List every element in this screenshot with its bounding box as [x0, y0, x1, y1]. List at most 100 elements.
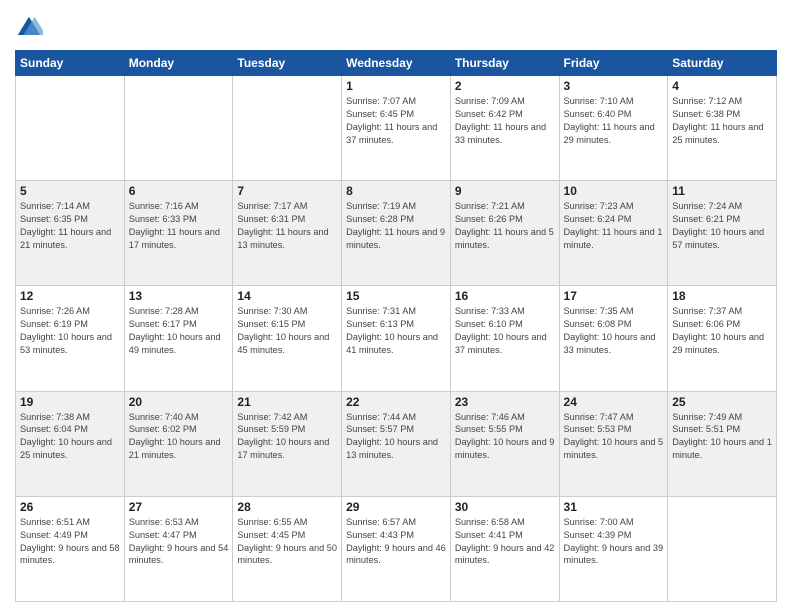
calendar-cell: 9 Sunrise: 7:21 AM Sunset: 6:26 PM Daylig… — [450, 181, 559, 286]
day-info: Sunrise: 7:30 AM Sunset: 6:15 PM Dayligh… — [237, 305, 337, 357]
day-info: Sunrise: 7:35 AM Sunset: 6:08 PM Dayligh… — [564, 305, 664, 357]
day-number: 23 — [455, 395, 555, 409]
day-number: 5 — [20, 184, 120, 198]
day-info: Sunrise: 7:24 AM Sunset: 6:21 PM Dayligh… — [672, 200, 772, 252]
day-number: 14 — [237, 289, 337, 303]
weekday-header: Tuesday — [233, 51, 342, 76]
day-info: Sunrise: 7:31 AM Sunset: 6:13 PM Dayligh… — [346, 305, 446, 357]
day-number: 27 — [129, 500, 229, 514]
calendar-cell: 28 Sunrise: 6:55 AM Sunset: 4:45 PM Dayli… — [233, 496, 342, 601]
calendar-cell: 31 Sunrise: 7:00 AM Sunset: 4:39 PM Dayli… — [559, 496, 668, 601]
day-info: Sunrise: 7:49 AM Sunset: 5:51 PM Dayligh… — [672, 411, 772, 463]
calendar-cell: 3 Sunrise: 7:10 AM Sunset: 6:40 PM Daylig… — [559, 76, 668, 181]
day-info: Sunrise: 6:58 AM Sunset: 4:41 PM Dayligh… — [455, 516, 555, 568]
day-info: Sunrise: 7:12 AM Sunset: 6:38 PM Dayligh… — [672, 95, 772, 147]
day-info: Sunrise: 7:42 AM Sunset: 5:59 PM Dayligh… — [237, 411, 337, 463]
day-info: Sunrise: 7:47 AM Sunset: 5:53 PM Dayligh… — [564, 411, 664, 463]
logo-icon — [15, 14, 43, 42]
day-number: 26 — [20, 500, 120, 514]
day-info: Sunrise: 6:55 AM Sunset: 4:45 PM Dayligh… — [237, 516, 337, 568]
day-number: 30 — [455, 500, 555, 514]
day-number: 7 — [237, 184, 337, 198]
weekday-header: Wednesday — [342, 51, 451, 76]
day-number: 21 — [237, 395, 337, 409]
day-number: 9 — [455, 184, 555, 198]
calendar-cell: 2 Sunrise: 7:09 AM Sunset: 6:42 PM Daylig… — [450, 76, 559, 181]
calendar-cell: 4 Sunrise: 7:12 AM Sunset: 6:38 PM Daylig… — [668, 76, 777, 181]
calendar-cell: 20 Sunrise: 7:40 AM Sunset: 6:02 PM Dayli… — [124, 391, 233, 496]
calendar-cell: 23Sunrise: 7:46 AM Sunset: 5:55 PM Dayli… — [450, 391, 559, 496]
day-number: 16 — [455, 289, 555, 303]
calendar-cell: 13 Sunrise: 7:28 AM Sunset: 6:17 PM Dayli… — [124, 286, 233, 391]
day-number: 2 — [455, 79, 555, 93]
calendar-cell: 17 Sunrise: 7:35 AM Sunset: 6:08 PM Dayli… — [559, 286, 668, 391]
calendar-week-row: 12Sunrise: 7:26 AM Sunset: 6:19 PM Dayli… — [16, 286, 777, 391]
calendar-cell: 25 Sunrise: 7:49 AM Sunset: 5:51 PM Dayli… — [668, 391, 777, 496]
calendar-cell: 7 Sunrise: 7:17 AM Sunset: 6:31 PM Daylig… — [233, 181, 342, 286]
day-info: Sunrise: 7:26 AM Sunset: 6:19 PM Dayligh… — [20, 305, 120, 357]
day-number: 6 — [129, 184, 229, 198]
calendar-cell: 14 Sunrise: 7:30 AM Sunset: 6:15 PM Dayli… — [233, 286, 342, 391]
header — [15, 10, 777, 42]
calendar-week-row: 19 Sunrise: 7:38 AM Sunset: 6:04 PM Dayli… — [16, 391, 777, 496]
calendar-cell: 5 Sunrise: 7:14 AM Sunset: 6:35 PM Daylig… — [16, 181, 125, 286]
day-info: Sunrise: 7:44 AM Sunset: 5:57 PM Dayligh… — [346, 411, 446, 463]
day-info: Sunrise: 6:53 AM Sunset: 4:47 PM Dayligh… — [129, 516, 229, 568]
day-number: 29 — [346, 500, 446, 514]
calendar-cell: 16Sunrise: 7:33 AM Sunset: 6:10 PM Dayli… — [450, 286, 559, 391]
day-info: Sunrise: 7:28 AM Sunset: 6:17 PM Dayligh… — [129, 305, 229, 357]
calendar-cell — [233, 76, 342, 181]
day-number: 19 — [20, 395, 120, 409]
calendar-week-row: 5 Sunrise: 7:14 AM Sunset: 6:35 PM Daylig… — [16, 181, 777, 286]
calendar-cell: 21 Sunrise: 7:42 AM Sunset: 5:59 PM Dayli… — [233, 391, 342, 496]
calendar-cell: 15 Sunrise: 7:31 AM Sunset: 6:13 PM Dayli… — [342, 286, 451, 391]
day-number: 8 — [346, 184, 446, 198]
calendar-cell: 26 Sunrise: 6:51 AM Sunset: 4:49 PM Dayli… — [16, 496, 125, 601]
calendar-week-row: 1Sunrise: 7:07 AM Sunset: 6:45 PM Daylig… — [16, 76, 777, 181]
weekday-header: Monday — [124, 51, 233, 76]
day-number: 4 — [672, 79, 772, 93]
calendar-cell: 18Sunrise: 7:37 AM Sunset: 6:06 PM Dayli… — [668, 286, 777, 391]
calendar-cell: 1Sunrise: 7:07 AM Sunset: 6:45 PM Daylig… — [342, 76, 451, 181]
calendar-cell: 19 Sunrise: 7:38 AM Sunset: 6:04 PM Dayli… — [16, 391, 125, 496]
day-info: Sunrise: 7:00 AM Sunset: 4:39 PM Dayligh… — [564, 516, 664, 568]
day-info: Sunrise: 7:07 AM Sunset: 6:45 PM Dayligh… — [346, 95, 446, 147]
day-info: Sunrise: 7:16 AM Sunset: 6:33 PM Dayligh… — [129, 200, 229, 252]
day-info: Sunrise: 7:10 AM Sunset: 6:40 PM Dayligh… — [564, 95, 664, 147]
day-info: Sunrise: 7:40 AM Sunset: 6:02 PM Dayligh… — [129, 411, 229, 463]
day-number: 13 — [129, 289, 229, 303]
day-info: Sunrise: 7:14 AM Sunset: 6:35 PM Dayligh… — [20, 200, 120, 252]
day-number: 10 — [564, 184, 664, 198]
day-number: 28 — [237, 500, 337, 514]
day-number: 11 — [672, 184, 772, 198]
calendar-cell: 6 Sunrise: 7:16 AM Sunset: 6:33 PM Daylig… — [124, 181, 233, 286]
day-info: Sunrise: 6:57 AM Sunset: 4:43 PM Dayligh… — [346, 516, 446, 568]
day-info: Sunrise: 7:23 AM Sunset: 6:24 PM Dayligh… — [564, 200, 664, 252]
calendar-cell: 30 Sunrise: 6:58 AM Sunset: 4:41 PM Dayli… — [450, 496, 559, 601]
page: SundayMondayTuesdayWednesdayThursdayFrid… — [0, 0, 792, 612]
calendar-cell: 29 Sunrise: 6:57 AM Sunset: 4:43 PM Dayli… — [342, 496, 451, 601]
weekday-header: Thursday — [450, 51, 559, 76]
day-info: Sunrise: 7:19 AM Sunset: 6:28 PM Dayligh… — [346, 200, 446, 252]
calendar-cell — [668, 496, 777, 601]
calendar-table: SundayMondayTuesdayWednesdayThursdayFrid… — [15, 50, 777, 602]
day-info: Sunrise: 7:38 AM Sunset: 6:04 PM Dayligh… — [20, 411, 120, 463]
day-number: 3 — [564, 79, 664, 93]
calendar-week-row: 26 Sunrise: 6:51 AM Sunset: 4:49 PM Dayli… — [16, 496, 777, 601]
weekday-header-row: SundayMondayTuesdayWednesdayThursdayFrid… — [16, 51, 777, 76]
day-number: 24 — [564, 395, 664, 409]
day-info: Sunrise: 7:21 AM Sunset: 6:26 PM Dayligh… — [455, 200, 555, 252]
day-info: Sunrise: 6:51 AM Sunset: 4:49 PM Dayligh… — [20, 516, 120, 568]
day-info: Sunrise: 7:09 AM Sunset: 6:42 PM Dayligh… — [455, 95, 555, 147]
day-number: 20 — [129, 395, 229, 409]
calendar-cell — [124, 76, 233, 181]
day-number: 22 — [346, 395, 446, 409]
calendar-cell: 27 Sunrise: 6:53 AM Sunset: 4:47 PM Dayli… — [124, 496, 233, 601]
weekday-header: Saturday — [668, 51, 777, 76]
day-number: 25 — [672, 395, 772, 409]
day-number: 17 — [564, 289, 664, 303]
day-number: 18 — [672, 289, 772, 303]
day-number: 15 — [346, 289, 446, 303]
day-number: 31 — [564, 500, 664, 514]
day-info: Sunrise: 7:17 AM Sunset: 6:31 PM Dayligh… — [237, 200, 337, 252]
